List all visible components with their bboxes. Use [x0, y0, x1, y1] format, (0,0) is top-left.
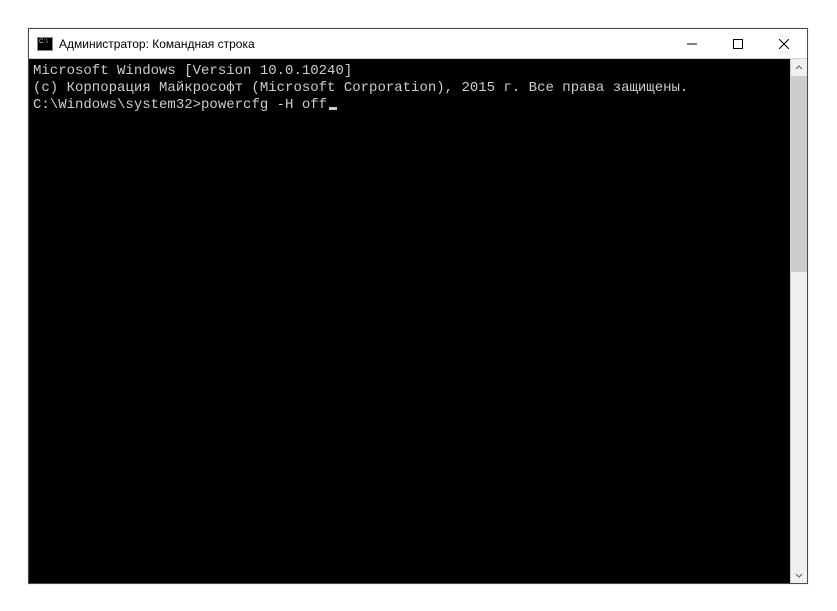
- scroll-thumb[interactable]: [791, 76, 807, 272]
- close-icon: [779, 39, 789, 49]
- scroll-up-button[interactable]: [791, 59, 807, 76]
- scroll-down-button[interactable]: [791, 566, 807, 583]
- console-prompt: C:\Windows\system32>: [33, 97, 201, 114]
- maximize-icon: [733, 39, 743, 49]
- chevron-down-icon: [795, 571, 803, 579]
- console-area: Microsoft Windows [Version 10.0.10240](c…: [29, 59, 807, 583]
- window-title: Администратор: Командная строка: [59, 37, 669, 51]
- close-button[interactable]: [761, 29, 807, 58]
- scroll-track[interactable]: [791, 76, 807, 566]
- console-command: powercfg -H off: [201, 97, 327, 114]
- minimize-button[interactable]: [669, 29, 715, 58]
- console-output[interactable]: Microsoft Windows [Version 10.0.10240](c…: [29, 59, 790, 583]
- window-controls: [669, 29, 807, 58]
- console-line-copyright: (c) Корпорация Майкрософт (Microsoft Cor…: [33, 80, 786, 97]
- cmd-icon: C:\: [37, 37, 53, 51]
- vertical-scrollbar[interactable]: [790, 59, 807, 583]
- minimize-icon: [687, 39, 697, 49]
- console-line-version: Microsoft Windows [Version 10.0.10240]: [33, 63, 786, 80]
- command-prompt-window: C:\ Администратор: Командная строка: [28, 28, 808, 584]
- titlebar[interactable]: C:\ Администратор: Командная строка: [29, 29, 807, 59]
- background-stripe: [811, 30, 837, 611]
- maximize-button[interactable]: [715, 29, 761, 58]
- console-prompt-line: C:\Windows\system32>powercfg -H off: [33, 97, 786, 114]
- text-cursor: [329, 107, 337, 110]
- chevron-up-icon: [795, 64, 803, 72]
